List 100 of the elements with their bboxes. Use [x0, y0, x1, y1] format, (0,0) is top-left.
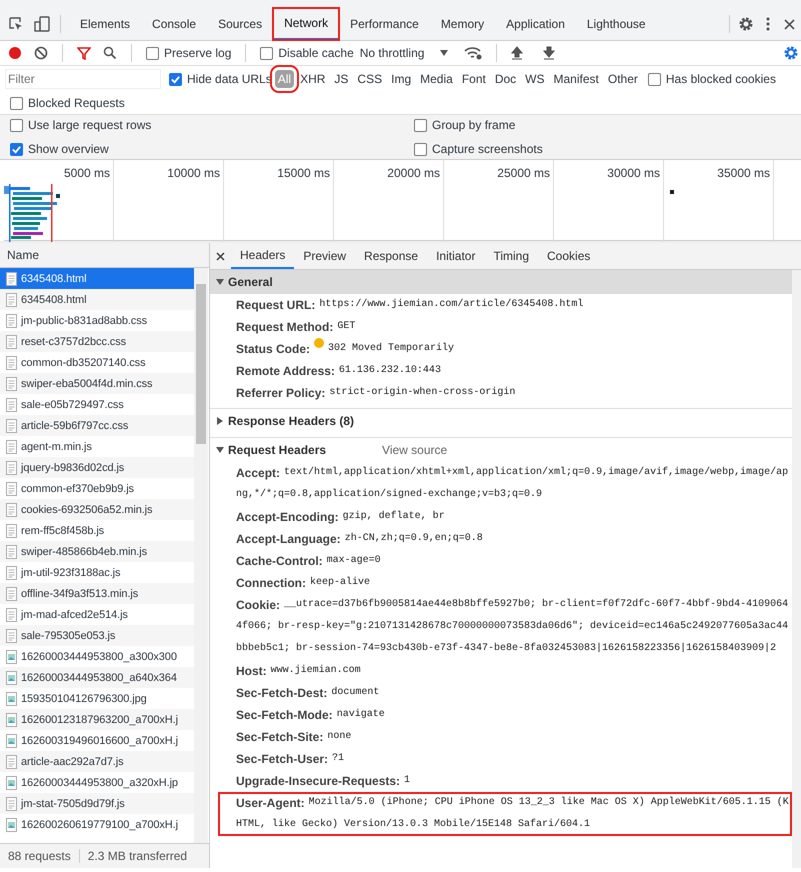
request-row[interactable]: article-aac292a7d7.js	[0, 751, 194, 772]
panel-tab[interactable]: Network	[273, 8, 340, 40]
checkbox[interactable]	[648, 72, 661, 86]
request-row[interactable]: offline-34f9a3f513.min.js	[0, 583, 194, 604]
type-filter[interactable]: WS	[522, 70, 548, 88]
request-row[interactable]: 159350104126796300.jpg	[0, 688, 194, 709]
request-row[interactable]: rem-ff5c8f458b.js	[0, 520, 194, 541]
request-row[interactable]: jm-stat-7505d9d79f.js	[0, 793, 194, 814]
upload-icon[interactable]	[511, 46, 524, 60]
document-icon	[6, 524, 17, 538]
checkbox[interactable]	[10, 118, 23, 132]
view-source-link[interactable]: View source	[382, 443, 448, 457]
caret-icon[interactable]	[216, 417, 224, 425]
settings-icon[interactable]	[738, 16, 754, 32]
detail-tab[interactable]: Preview	[294, 243, 356, 269]
request-row[interactable]: sale-e05b729497.css	[0, 394, 194, 415]
request-row[interactable]: 16260003444953800_a300x300	[0, 646, 194, 667]
settings-icon[interactable]	[783, 45, 799, 61]
section-title[interactable]: General	[228, 275, 273, 289]
request-row[interactable]: 162600260619779100_a700xH.j	[0, 814, 194, 835]
clear-icon[interactable]	[34, 46, 48, 60]
panel-tab[interactable]: Application	[495, 8, 576, 40]
detail-tab[interactable]: Timing	[484, 243, 538, 269]
search-icon[interactable]	[103, 46, 117, 60]
panel-tab[interactable]: Lighthouse	[576, 8, 657, 40]
scrollbar[interactable]	[792, 270, 801, 868]
type-filter[interactable]: XHR	[297, 70, 328, 88]
document-icon	[6, 586, 17, 600]
request-row[interactable]: swiper-eba5004f4d.min.css	[0, 373, 194, 394]
more-icon[interactable]	[766, 17, 770, 31]
request-row[interactable]: jm-util-923f3188ac.js	[0, 562, 194, 583]
header-line: Cache-Control: max-age=0	[236, 553, 382, 570]
document-icon	[6, 608, 17, 622]
document-icon	[6, 376, 17, 390]
inspect-icon[interactable]	[8, 16, 24, 32]
caret-icon[interactable]	[216, 278, 224, 286]
throttling-dropdown[interactable]: No throttling	[360, 46, 448, 60]
column-header[interactable]: Name	[7, 248, 40, 262]
detail-tab[interactable]: Response	[355, 243, 428, 269]
checkbox[interactable]	[260, 46, 274, 60]
panel-tab[interactable]: Memory	[430, 8, 496, 40]
document-icon	[6, 482, 17, 496]
filter-icon[interactable]	[77, 46, 91, 60]
download-icon[interactable]	[543, 46, 556, 60]
wifi-icon[interactable]	[464, 46, 482, 60]
type-filter[interactable]: Other	[604, 70, 641, 88]
request-row[interactable]: cookies-6932506a52.min.js	[0, 499, 194, 520]
request-row[interactable]: common-db35207140.css	[0, 352, 194, 373]
header-line: Sec-Fetch-Mode: navigate	[236, 707, 386, 724]
request-row[interactable]: 162600319496016600_a700xH.j	[0, 730, 194, 751]
image-icon	[6, 818, 17, 832]
caret-icon[interactable]	[216, 446, 224, 454]
request-row[interactable]: agent-m.min.js	[0, 436, 194, 457]
panel-tab[interactable]: Sources	[207, 8, 274, 40]
type-filter[interactable]: CSS	[354, 70, 386, 88]
request-row[interactable]: jquery-b9836d02cd.js	[0, 457, 194, 478]
section-title[interactable]: Response Headers (8)	[228, 414, 354, 428]
request-row[interactable]: jm-mad-afced2e514.js	[0, 604, 194, 625]
request-row[interactable]: 162600123187963200_a700xH.j	[0, 709, 194, 730]
type-filter[interactable]: Img	[388, 70, 414, 88]
request-row[interactable]: sale-795305e053.js	[0, 625, 194, 646]
type-filter[interactable]: Manifest	[550, 70, 602, 88]
detail-tab[interactable]: Cookies	[538, 243, 600, 269]
panel-tab[interactable]: Performance	[339, 8, 430, 40]
request-row[interactable]: 6345408.html	[0, 289, 194, 310]
checkbox[interactable]	[414, 118, 427, 132]
request-mark	[670, 190, 674, 194]
request-row[interactable]: jm-public-b831ad8abb.css	[0, 310, 194, 331]
section-title[interactable]: Request Headers	[228, 443, 326, 457]
checkbox[interactable]	[414, 142, 427, 156]
document-icon	[6, 460, 17, 474]
type-filter[interactable]: JS	[331, 70, 352, 88]
request-row[interactable]: article-59b6f797cc.css	[0, 415, 194, 436]
scrollbar[interactable]	[194, 268, 208, 843]
request-row[interactable]: reset-c3757d2bcc.css	[0, 331, 194, 352]
record-icon[interactable]	[8, 46, 22, 60]
header-line: Sec-Fetch-Dest: document	[236, 685, 380, 702]
close-icon[interactable]	[216, 252, 225, 260]
request-row[interactable]: 6345408.html	[0, 268, 194, 289]
checkbox[interactable]	[169, 72, 182, 86]
request-row[interactable]: common-ef370eb9b9.js	[0, 478, 194, 499]
checkbox[interactable]	[10, 142, 23, 156]
type-filter[interactable]: Font	[458, 70, 489, 88]
panel-tab[interactable]: Console	[141, 8, 208, 40]
device-icon[interactable]	[34, 16, 52, 32]
request-row[interactable]: 16260003444953800_a320xH.jp	[0, 772, 194, 793]
checkbox[interactable]	[146, 46, 159, 60]
time-tick: 25000 ms	[497, 165, 550, 180]
type-filter[interactable]: Doc	[492, 70, 520, 88]
checkbox-label: Preserve log	[164, 46, 232, 60]
time-tick: 10000 ms	[167, 165, 220, 180]
request-row[interactable]: swiper-485866b4eb.min.js	[0, 541, 194, 562]
close-icon[interactable]	[784, 18, 795, 30]
header-line: Accept-Encoding: gzip, deflate, br	[236, 509, 446, 526]
panel-tab[interactable]: Elements	[69, 8, 142, 40]
detail-tab[interactable]: Initiator	[427, 243, 484, 269]
type-filter[interactable]: Media	[417, 70, 456, 88]
checkbox[interactable]	[10, 96, 23, 110]
request-row[interactable]: 16260003444953800_a640x364	[0, 667, 194, 688]
filter-field[interactable]: Filter	[6, 70, 160, 88]
